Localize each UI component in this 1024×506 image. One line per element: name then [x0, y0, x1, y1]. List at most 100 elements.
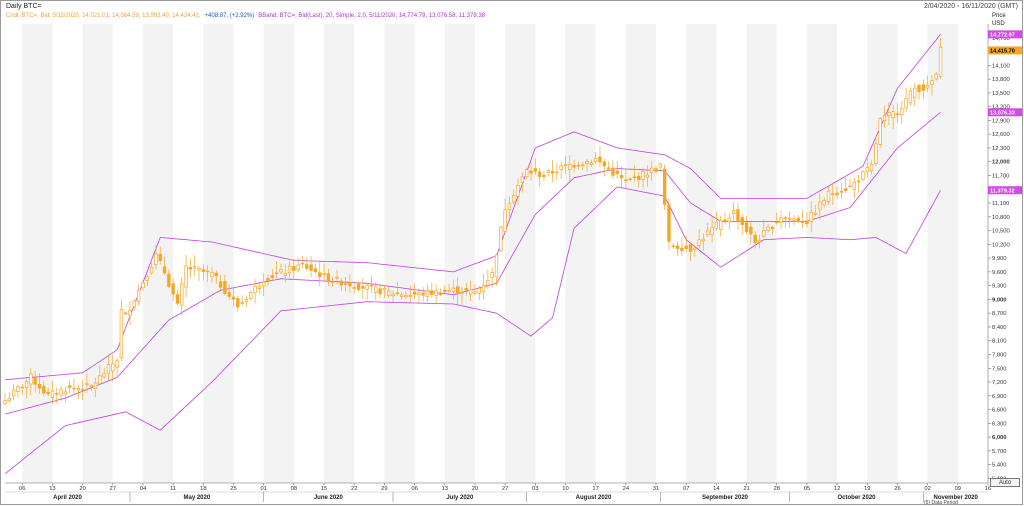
- candle-body: [266, 278, 270, 282]
- date-tick-label: 31: [653, 486, 659, 492]
- candle-body: [662, 168, 667, 205]
- date-tick-label: 04: [140, 486, 147, 492]
- price-tick-label: 5,700: [992, 449, 1007, 455]
- candle-body: [555, 171, 559, 174]
- candle-body: [430, 290, 434, 295]
- candle-body: [757, 239, 762, 243]
- candle-body: [408, 295, 412, 297]
- candle-body: [593, 158, 598, 163]
- candle-body: [645, 174, 650, 178]
- candle-body: [809, 211, 813, 222]
- candle-body: [89, 385, 93, 387]
- candle-body: [869, 163, 874, 172]
- candle-body: [550, 170, 555, 174]
- candle-body: [581, 164, 585, 167]
- candle-body: [197, 267, 201, 271]
- candle-body: [425, 289, 430, 297]
- candle-body: [701, 238, 706, 242]
- candle-body: [244, 299, 249, 303]
- date-tick-label: 14: [713, 486, 720, 492]
- candle-body: [339, 280, 343, 286]
- candle-body: [451, 287, 456, 292]
- candlestick-chart[interactable]: 5,1005,4005,7006,0006,3006,6006,9007,200…: [0, 0, 1024, 506]
- week-shade: [142, 24, 174, 483]
- candle-body: [399, 294, 404, 297]
- week-shade: [203, 24, 234, 483]
- candle-body: [490, 272, 494, 279]
- candle-body: [468, 289, 473, 295]
- week-shade: [444, 24, 475, 483]
- candle-body: [762, 230, 766, 237]
- candle-body: [257, 285, 262, 289]
- date-tick-label: 22: [351, 486, 357, 492]
- candle-body: [568, 164, 572, 170]
- candle-body: [641, 170, 645, 180]
- price-tick-label: 9,900: [992, 256, 1007, 262]
- candle-body: [706, 230, 710, 236]
- candle-body: [904, 98, 908, 109]
- price-tick-label: 5,400: [992, 463, 1007, 469]
- candle-body: [516, 185, 520, 197]
- candle-body: [714, 222, 719, 229]
- price-tick-label: 10,500: [992, 229, 1010, 235]
- candle-body: [537, 171, 542, 178]
- week-shade: [867, 24, 898, 483]
- date-tick-label: 25: [230, 486, 236, 492]
- candle-body: [749, 226, 753, 235]
- candle-body: [158, 253, 162, 262]
- candle-body: [658, 163, 663, 168]
- week-shade: [263, 24, 294, 483]
- candle-body: [102, 373, 106, 378]
- candle-body: [16, 386, 20, 392]
- price-tick-label: 12,600: [992, 132, 1010, 138]
- candle-body: [494, 254, 499, 278]
- candle-body: [826, 190, 831, 202]
- candle-body: [719, 220, 723, 230]
- month-label: July 2020: [446, 495, 474, 501]
- candle-body: [925, 84, 930, 89]
- candle-body: [443, 289, 447, 292]
- candle-body: [913, 87, 917, 98]
- candle-body: [145, 276, 149, 281]
- candle-body: [322, 272, 326, 275]
- candle-body: [473, 291, 477, 294]
- candle-body: [85, 383, 89, 385]
- candle-body: [72, 387, 76, 390]
- price-tick-label: 9,000: [992, 297, 1007, 303]
- date-tick-label: 17: [592, 486, 598, 492]
- candle-body: [59, 389, 63, 396]
- price-tick-label: 6,600: [992, 408, 1007, 414]
- date-tick-label: 18: [200, 486, 206, 492]
- candle-body: [374, 286, 378, 293]
- date-tick-label: 27: [110, 486, 116, 492]
- candle-body: [279, 268, 283, 273]
- candle-body: [3, 400, 7, 404]
- candle-body: [917, 85, 921, 93]
- candle-body: [287, 265, 292, 274]
- date-tick-label: 11: [170, 486, 176, 492]
- candle-body: [650, 167, 654, 173]
- date-tick-label: 09: [955, 486, 961, 492]
- candle-body: [348, 281, 352, 287]
- candle-body: [753, 234, 757, 243]
- candle-body: [132, 300, 137, 308]
- candle-body: [395, 292, 400, 294]
- auto-scale-button[interactable]: Auto: [990, 478, 1020, 487]
- candle-body: [296, 264, 300, 271]
- candle-body: [503, 209, 507, 232]
- candle-body: [361, 286, 365, 289]
- candle-body: [559, 165, 563, 170]
- tag-label: 14,772.97: [990, 33, 1015, 39]
- candle-body: [524, 169, 529, 178]
- candle-body: [205, 270, 210, 273]
- price-tick-label: 6,900: [992, 394, 1007, 400]
- candle-body: [167, 273, 171, 287]
- price-tick-label: 8,400: [992, 325, 1007, 331]
- date-tick-label: 06: [19, 486, 25, 492]
- candle-body: [486, 280, 490, 286]
- price-tick-label: 12,000: [992, 160, 1010, 166]
- date-tick-label: 26: [894, 486, 900, 492]
- candle-body: [688, 244, 693, 252]
- candle-body: [300, 262, 305, 265]
- candle-body: [128, 310, 132, 316]
